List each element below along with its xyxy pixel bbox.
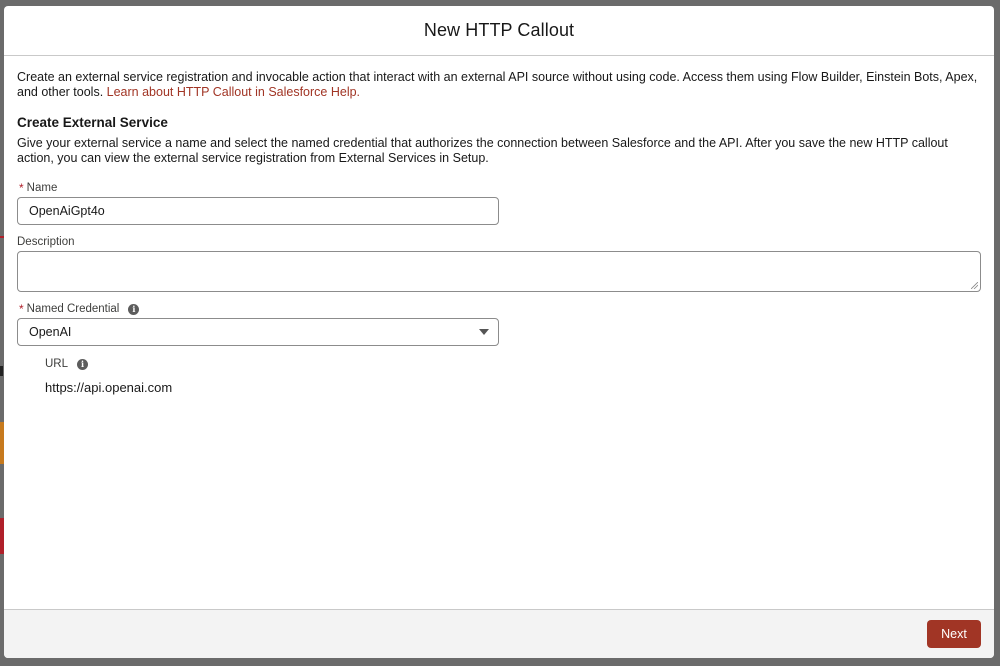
section-description: Give your external service a name and se… <box>17 136 948 165</box>
name-input[interactable]: OpenAiGpt4o <box>17 197 499 225</box>
new-http-callout-modal: New HTTP Callout Create an external serv… <box>4 6 994 658</box>
help-link[interactable]: Learn about HTTP Callout in Salesforce H… <box>107 85 360 99</box>
named-credential-label: * Named Credential i <box>17 302 981 316</box>
url-value: https://api.openai.com <box>45 380 173 395</box>
named-credential-select[interactable]: OpenAI <box>17 318 499 346</box>
required-indicator: * <box>19 302 24 316</box>
description-textarea[interactable] <box>17 251 981 292</box>
named-credential-selected: OpenAI <box>29 325 72 339</box>
name-label: * Name <box>17 181 981 195</box>
intro-text: Create an external service registration … <box>17 70 979 100</box>
description-label-text: Description <box>17 236 75 248</box>
section-title: Create External Service <box>17 115 168 130</box>
url-label: URL i <box>45 357 981 371</box>
info-icon[interactable]: i <box>77 358 89 370</box>
name-field: * Name OpenAiGpt4o <box>17 181 981 225</box>
name-label-text: Name <box>26 182 58 194</box>
url-field: URL i https://api.openai.com <box>45 357 981 395</box>
modal-header: New HTTP Callout <box>4 6 994 56</box>
next-button[interactable]: Next <box>927 620 981 648</box>
required-indicator: * <box>19 181 24 195</box>
info-icon[interactable]: i <box>128 303 140 315</box>
modal-footer: Next <box>4 609 994 658</box>
url-label-text: URL <box>45 358 69 370</box>
background-page-edge <box>0 366 3 376</box>
description-label: Description <box>17 235 981 249</box>
modal-title: New HTTP Callout <box>423 20 575 40</box>
modal-body: Create an external service registration … <box>4 56 994 609</box>
chevron-down-icon <box>479 329 489 335</box>
name-input-value: OpenAiGpt4o <box>29 204 105 218</box>
description-field: Description <box>17 235 981 292</box>
resize-grip-icon[interactable] <box>971 282 978 289</box>
named-credential-label-text: Named Credential <box>26 303 120 315</box>
named-credential-field: * Named Credential i OpenAI <box>17 302 981 346</box>
